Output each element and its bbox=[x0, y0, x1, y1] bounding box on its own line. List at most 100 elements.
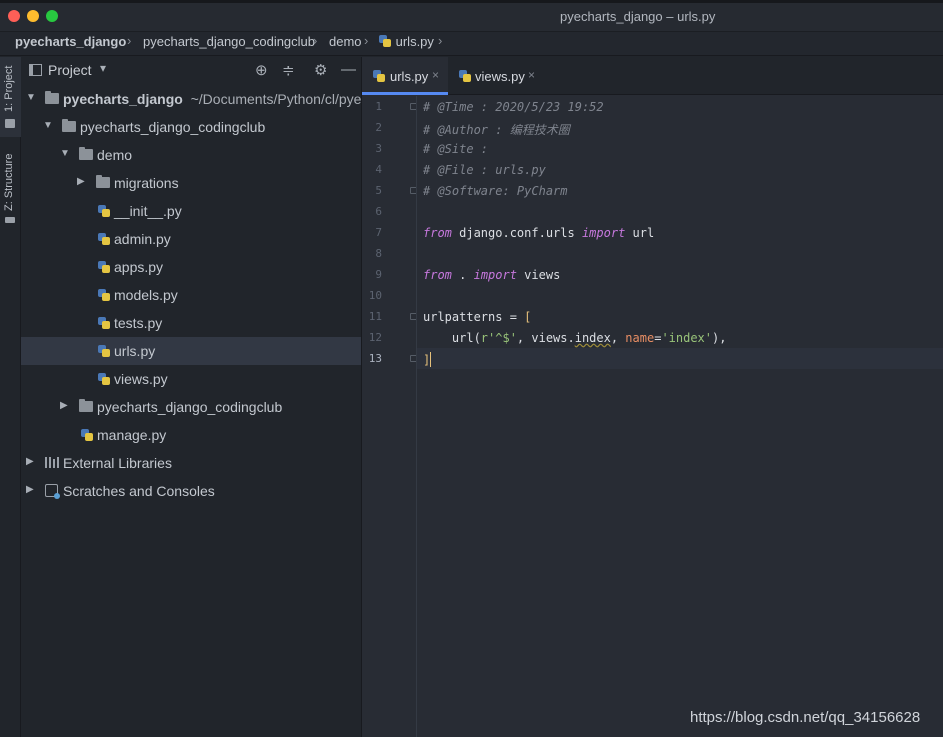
locate-file-icon[interactable]: ⊕ bbox=[255, 61, 268, 79]
chevron-right-icon[interactable]: ▶ bbox=[26, 456, 34, 467]
python-file-icon bbox=[97, 344, 111, 358]
line-number: 1 bbox=[375, 100, 382, 113]
tab-views[interactable]: views.py × bbox=[448, 57, 540, 95]
python-file-icon bbox=[97, 316, 111, 330]
line-number-gutter[interactable]: 1 2 3 4 5 6 7 8 9 10 11 12 13 bbox=[362, 96, 417, 737]
tree-item-label: pyecharts_django_codingclub bbox=[97, 399, 283, 415]
chevron-right-icon[interactable]: ▶ bbox=[77, 176, 85, 187]
code-line: from django.conf.urls import url bbox=[423, 226, 655, 240]
code-line: from . import views bbox=[423, 268, 561, 282]
tree-item-label: __init__.py bbox=[114, 203, 182, 219]
chevron-right-icon: › bbox=[364, 33, 369, 48]
python-file-icon bbox=[458, 69, 472, 83]
folder-icon bbox=[96, 175, 110, 188]
menu-bar-strip bbox=[0, 0, 943, 3]
tab-label: views.py bbox=[475, 69, 525, 84]
python-file-icon bbox=[97, 260, 111, 274]
structure-tool-tab[interactable]: Z: Structure bbox=[0, 145, 21, 227]
tree-item-apps[interactable]: apps.py bbox=[21, 253, 361, 281]
python-file-icon bbox=[80, 428, 94, 442]
python-file-icon bbox=[97, 204, 111, 218]
tree-item-label: tests.py bbox=[114, 315, 163, 331]
library-icon bbox=[45, 457, 59, 468]
hide-panel-icon[interactable]: — bbox=[341, 61, 356, 78]
folder-icon bbox=[62, 119, 76, 132]
code-line: urlpatterns = [ bbox=[423, 310, 532, 324]
tool-window-strip: 1: Project Z: Structure bbox=[0, 57, 21, 737]
tree-item-label: pyecharts_django ~/Documents/Python/cl/p… bbox=[63, 91, 362, 107]
tree-item-manage[interactable]: manage.py bbox=[21, 421, 361, 449]
close-window-button[interactable] bbox=[8, 10, 20, 22]
code-line-current: ] bbox=[423, 352, 432, 367]
breadcrumb-package[interactable]: pyecharts_django_codingclub bbox=[143, 34, 315, 49]
tree-item-root[interactable]: ▼ pyecharts_django ~/Documents/Python/cl… bbox=[21, 85, 362, 113]
tree-item-label: views.py bbox=[114, 371, 168, 387]
line-number-current: 13 bbox=[368, 352, 382, 365]
line-number: 11 bbox=[368, 310, 382, 323]
python-file-icon bbox=[372, 69, 386, 83]
tree-item-label: pyecharts_django_codingclub bbox=[80, 119, 266, 135]
collapse-all-icon[interactable]: ≑ bbox=[282, 61, 295, 79]
tree-item-label: External Libraries bbox=[63, 455, 172, 471]
watermark: https://blog.csdn.net/qq_34156628 bbox=[690, 709, 921, 726]
tree-item-external-libraries[interactable]: ▶ External Libraries bbox=[21, 449, 361, 477]
tree-item-demo[interactable]: ▼ demo bbox=[21, 141, 361, 169]
structure-icon bbox=[5, 217, 15, 223]
tree-item-scratches[interactable]: ▶ Scratches and Consoles bbox=[21, 477, 361, 505]
chevron-down-icon[interactable]: ▼ bbox=[26, 92, 36, 103]
window-title: pyecharts_django – urls.py bbox=[560, 9, 716, 24]
tab-label: urls.py bbox=[390, 69, 429, 84]
tree-item-migrations[interactable]: ▶ migrations bbox=[21, 169, 361, 197]
code-line: # @Author : 编程技术圈 bbox=[423, 123, 570, 137]
line-number: 12 bbox=[368, 331, 382, 344]
python-file-icon bbox=[97, 232, 111, 246]
gear-icon[interactable]: ⚙ bbox=[314, 61, 327, 79]
tree-item-urls[interactable]: urls.py bbox=[21, 337, 361, 365]
tree-item-package[interactable]: ▼ pyecharts_django_codingclub bbox=[21, 113, 361, 141]
tree-item-views[interactable]: views.py bbox=[21, 365, 361, 393]
tree-item-init[interactable]: __init__.py bbox=[21, 197, 361, 225]
project-panel-header: Project ▾ ⊕ ≑ ⚙ — bbox=[21, 57, 361, 84]
chevron-down-icon[interactable]: ▼ bbox=[60, 148, 70, 159]
project-panel: Project ▾ ⊕ ≑ ⚙ — ▼ pyecharts_django ~/D… bbox=[21, 57, 362, 737]
line-number: 9 bbox=[375, 268, 382, 281]
tree-item-models[interactable]: models.py bbox=[21, 281, 361, 309]
line-number: 6 bbox=[375, 205, 382, 218]
title-bar: pyecharts_django – urls.py bbox=[0, 0, 943, 32]
project-panel-title[interactable]: Project bbox=[48, 62, 92, 78]
maximize-window-button[interactable] bbox=[46, 10, 58, 22]
chevron-right-icon: › bbox=[438, 33, 443, 48]
chevron-right-icon[interactable]: ▶ bbox=[60, 400, 68, 411]
tree-item-inner-package[interactable]: ▶ pyecharts_django_codingclub bbox=[21, 393, 361, 421]
folder-icon bbox=[79, 147, 93, 160]
close-icon[interactable]: × bbox=[432, 68, 439, 82]
chevron-down-icon[interactable]: ▾ bbox=[100, 61, 106, 75]
chevron-right-icon[interactable]: ▶ bbox=[26, 484, 34, 495]
close-icon[interactable]: × bbox=[528, 68, 535, 82]
code-line: # @File : urls.py bbox=[423, 163, 546, 177]
tree-item-label: apps.py bbox=[114, 259, 164, 275]
breadcrumb-demo[interactable]: demo bbox=[329, 34, 362, 49]
breadcrumb-project[interactable]: pyecharts_django bbox=[15, 34, 126, 49]
tree-item-label: demo bbox=[97, 147, 133, 163]
tree-item-tests[interactable]: tests.py bbox=[21, 309, 361, 337]
code-line: url(r'^$', views.index, name='index'), bbox=[423, 331, 727, 345]
gutter-divider bbox=[416, 96, 417, 737]
project-tool-label: 1: Project bbox=[3, 65, 15, 112]
tree-item-admin[interactable]: admin.py bbox=[21, 225, 361, 253]
chevron-right-icon: › bbox=[313, 33, 318, 48]
breadcrumb-file[interactable]: urls.py bbox=[378, 34, 434, 49]
minimize-window-button[interactable] bbox=[27, 10, 39, 22]
python-file-icon bbox=[378, 34, 392, 48]
python-file-icon bbox=[97, 372, 111, 386]
line-number: 5 bbox=[375, 184, 382, 197]
tab-urls[interactable]: urls.py × bbox=[362, 57, 448, 95]
current-line-highlight bbox=[417, 348, 943, 369]
python-file-icon bbox=[97, 288, 111, 302]
project-tool-tab[interactable]: 1: Project bbox=[0, 57, 21, 137]
tree-item-label: admin.py bbox=[114, 231, 171, 247]
chevron-right-icon: › bbox=[127, 33, 132, 48]
chevron-down-icon[interactable]: ▼ bbox=[43, 120, 53, 131]
line-number: 10 bbox=[368, 289, 382, 302]
tree-item-label: Scratches and Consoles bbox=[63, 483, 215, 499]
